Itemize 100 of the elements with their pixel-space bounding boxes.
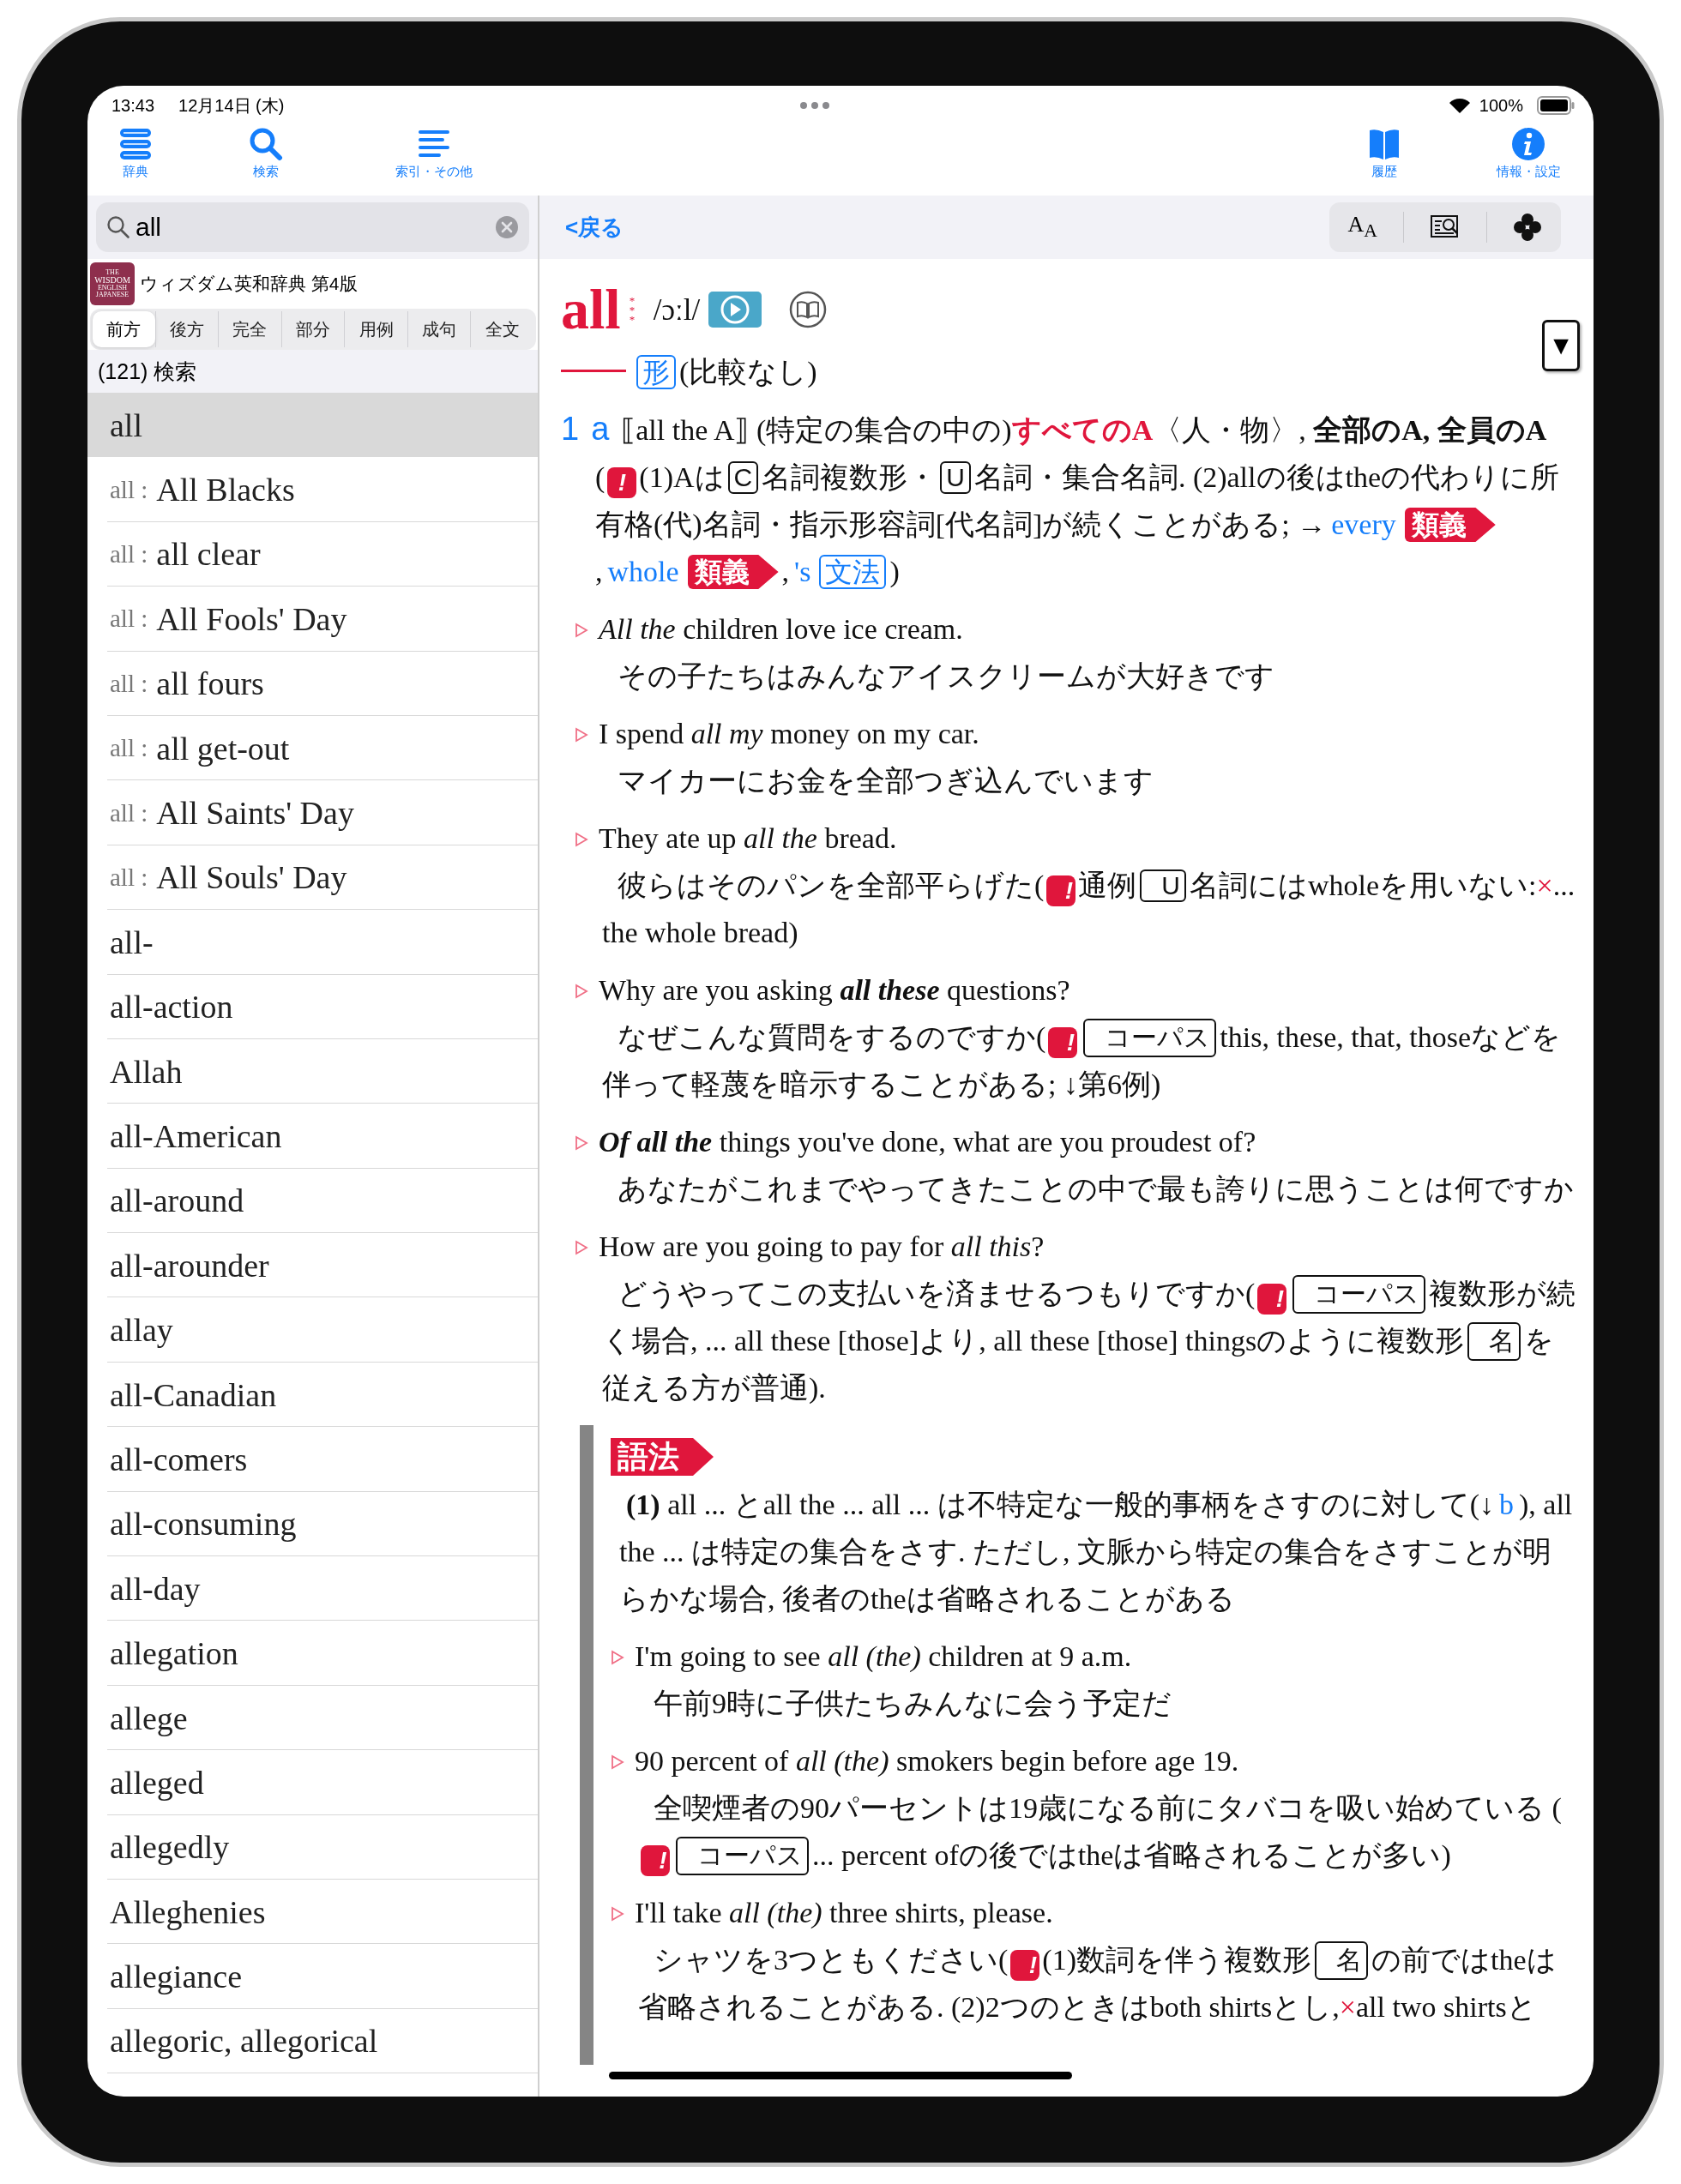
collapse-button[interactable]: ▼ — [1542, 320, 1580, 371]
result-item[interactable]: all : all fours — [87, 651, 538, 716]
entry-prefix: all : — [110, 605, 148, 634]
example-sentence: They ate up all the bread. — [599, 821, 898, 856]
example-marker-icon — [575, 1135, 588, 1151]
pronunciation: /ɔːl/ — [653, 292, 701, 328]
synonym-tag[interactable]: 類義 — [687, 555, 779, 589]
result-item[interactable]: all : all get-out — [87, 715, 538, 781]
font-size-button[interactable]: A$_{A}$ — [1347, 212, 1377, 243]
result-item[interactable]: all-comers — [87, 1427, 538, 1492]
example-marker-icon — [611, 1754, 624, 1770]
book-icon[interactable] — [789, 291, 828, 328]
translation-text: シャツを3つともください( ! (1)数詞を伴う複数形 名 の前ではtheは省略されることがある. (2)2つのときはboth shirtsとし,×all two shirtsと — [635, 1936, 1580, 2031]
result-item[interactable]: allegiance — [87, 1944, 538, 2009]
translation-text: どうやってこの支払いを済ませるつもりですか( ! コーパス 複数形が続く場合, ... all these [those]より, all these [those] thingsのように複数形 名 を従える方が普通). — [599, 1270, 1580, 1411]
search-mode-tab[interactable]: 部分 — [280, 311, 345, 347]
result-item[interactable]: alleged — [87, 1750, 538, 1815]
result-item[interactable]: all — [87, 393, 538, 458]
translation-text: 彼らはそのパンを全部平らげた( ! 通例 U 名詞にはwholeを用いない:×... the whole bread) — [601, 869, 1576, 950]
headword: all — [561, 281, 621, 338]
synonym-tag[interactable]: 類義 — [1404, 508, 1496, 542]
cross-reference-link[interactable]: whole — [607, 556, 679, 587]
example-sentence: I spend all my money on my car. — [599, 717, 980, 751]
result-item[interactable]: all-action — [87, 974, 538, 1039]
reference-tag[interactable]: 形 — [636, 354, 676, 389]
search-field[interactable]: all — [96, 202, 529, 252]
toolbar-button[interactable]: 辞典 — [87, 125, 184, 180]
search-icon — [106, 215, 130, 239]
result-item[interactable]: allegedly — [87, 1814, 538, 1880]
cross-reference-link[interactable]: every — [1331, 508, 1396, 540]
info-icon — [1511, 127, 1545, 161]
search-mode-tab[interactable]: 完全 — [218, 311, 281, 347]
result-item[interactable]: all-Canadian — [87, 1362, 538, 1428]
example-sentence: Why are you asking all these questions? — [599, 973, 1071, 1008]
result-item[interactable]: all-day — [87, 1556, 538, 1621]
reference-tag[interactable]: 文法 — [819, 555, 887, 589]
document-search-icon[interactable] — [1430, 214, 1461, 240]
toolbar-button[interactable]: 索引・その他 — [370, 125, 498, 180]
clover-icon[interactable] — [1513, 213, 1542, 242]
translation-text: 午前9時に子供たちみんなに会う予定だ — [653, 1687, 1172, 1721]
example-sentence: 90 percent of all (the) smokers begin before age 19. — [635, 1744, 1240, 1778]
example-marker-icon — [575, 1240, 588, 1255]
toolbar-button[interactable]: 検索 — [218, 125, 314, 180]
example-marker-icon — [575, 984, 588, 999]
result-item[interactable]: all-around — [87, 1168, 538, 1234]
battery-icon — [1537, 96, 1575, 115]
search-mode-tab[interactable]: 全文 — [470, 311, 534, 347]
dictionary-logo: THE WISDOM ENGLISH JAPANESE — [90, 262, 135, 305]
example-sentence: How are you going to pay for all this? — [599, 1230, 1045, 1264]
result-item[interactable]: all-arounder — [87, 1233, 538, 1298]
result-item[interactable]: Allah — [87, 1038, 538, 1104]
result-item[interactable]: all : All Saints' Day — [87, 780, 538, 845]
wifi-icon — [1448, 97, 1471, 114]
result-item[interactable]: all : all clear — [87, 521, 538, 587]
sense-letter: a — [591, 411, 610, 447]
search-icon — [249, 127, 283, 161]
result-item[interactable]: all-American — [87, 1104, 538, 1169]
example-sentence: All the children love ice cream. — [599, 612, 964, 647]
sense-number: 1 — [561, 411, 580, 447]
translation-text: マイカーにお金を全部つぎ込んでいます — [617, 764, 1154, 798]
result-item[interactable]: all- — [87, 910, 538, 975]
entry-prefix: all : — [110, 669, 148, 698]
result-item[interactable]: allege — [87, 1685, 538, 1751]
example-marker-icon — [575, 832, 588, 847]
search-mode-tab[interactable]: 前方 — [93, 311, 155, 347]
translation-text: あなたがこれまでやってきたことの中で最も誇りに思うことは何ですか — [617, 1172, 1575, 1206]
frequency-mark: *** — [629, 295, 636, 324]
search-mode-tab[interactable]: 用例 — [344, 311, 407, 347]
book-icon — [1367, 127, 1401, 161]
entry-prefix: all : — [110, 863, 148, 892]
usage-label: 語法 — [611, 1438, 714, 1476]
example-marker-icon — [611, 1650, 624, 1665]
battery-percentage: 100% — [1479, 95, 1523, 116]
status-time: 13:43 — [111, 95, 155, 116]
result-item[interactable]: all : All Blacks — [87, 457, 538, 522]
search-mode-tab[interactable]: 後方 — [154, 311, 219, 347]
example-sentence: I'll take all (the) three shirts, please. — [635, 1896, 1054, 1930]
toolbar-button[interactable]: 履歴 — [1336, 125, 1432, 180]
play-button[interactable] — [708, 292, 762, 328]
example-marker-icon — [611, 1906, 624, 1922]
entry-prefix: all : — [110, 539, 148, 569]
result-item[interactable]: Alleghenies — [87, 1880, 538, 1945]
result-item[interactable]: allegation — [87, 1621, 538, 1686]
entry-prefix: all : — [110, 475, 148, 504]
search-mode-tab[interactable]: 成句 — [407, 311, 471, 347]
result-count: (121) 検索 — [87, 350, 538, 393]
result-item[interactable]: all-consuming — [87, 1491, 538, 1557]
result-item[interactable]: allay — [87, 1297, 538, 1363]
toolbar-button[interactable]: 情報・設定 — [1480, 125, 1576, 180]
result-item[interactable]: allegoric, allegorical — [87, 2008, 538, 2074]
note-text: ( ! (1)Aは C 名詞複数形・ U 名詞・集合名詞. (2)allの後はtheの代わりに所有格(代)名詞・指示形容詞[代名詞]が続くことがある; → every 類義 , whole 類義 , 's 文法 ) — [595, 460, 1561, 591]
translation-text: その子たちはみんなアイスクリームが大好きです — [617, 659, 1275, 694]
translation-text: なぜこんな質問をするのですか( ! コーパス this, these, that, thoseなどを伴って軽蔑を暗示することがある; ↓第6例) — [599, 1014, 1580, 1108]
multitasking-icon — [799, 101, 831, 110]
status-date: 12月14日 (木) — [178, 94, 285, 117]
result-item[interactable]: all : All Souls' Day — [87, 845, 538, 911]
cross-reference-link[interactable]: 's — [794, 556, 811, 587]
example-sentence: Of all the things you've done, what are you proudest of? — [599, 1125, 1257, 1159]
cross-reference-link[interactable]: b — [1498, 1489, 1514, 1520]
result-item[interactable]: all : All Fools' Day — [87, 587, 538, 652]
